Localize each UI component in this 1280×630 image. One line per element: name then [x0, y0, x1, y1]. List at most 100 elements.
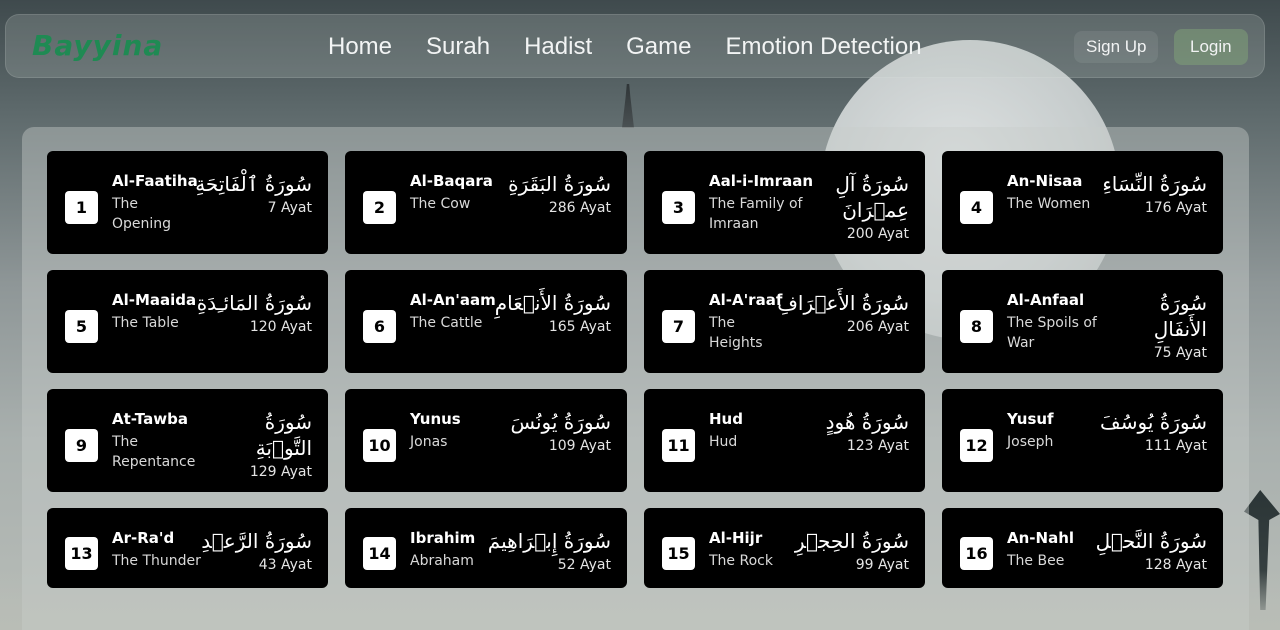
- surah-meaning: The Cattle: [410, 315, 483, 331]
- surah-ayat-count: 206 Ayat: [846, 319, 909, 335]
- surah-arabic-block: سُورَةُ الحِجۡرِ 99 Ayat: [795, 528, 909, 575]
- surah-latin-name: Aal-i-Imraan: [709, 172, 813, 190]
- surah-arabic-block: سُورَةُ الرَّعۡدِ 43 Ayat: [201, 528, 312, 575]
- surah-arabic-name: سُورَةُ النَّحۡلِ: [1095, 529, 1207, 553]
- surah-arabic-block: سُورَةُ الأَنفَالِ 75 Ayat: [1111, 290, 1207, 363]
- surah-ayat-count: 286 Ayat: [548, 200, 611, 216]
- nav-link-hadist[interactable]: Hadist: [524, 33, 592, 61]
- surah-arabic-block: سُورَةُ الأَعۡرَافِ 206 Ayat: [777, 290, 909, 337]
- surah-arabic-name: سُورَةُ المَائـِدَةِ: [196, 291, 312, 315]
- nav-link-surah[interactable]: Surah: [426, 33, 490, 61]
- surah-names: An-Nahl The Bee: [1007, 528, 1096, 571]
- surah-meaning: Joseph: [1007, 434, 1054, 450]
- surah-meaning: The Family of Imraan: [709, 196, 803, 232]
- surah-latin-name: Yusuf: [1007, 410, 1054, 428]
- surah-card[interactable]: 16 An-Nahl The Bee سُورَةُ النَّحۡلِ 128 Aya…: [942, 508, 1223, 588]
- surah-latin-name: Ar-Ra'd: [112, 529, 175, 547]
- surah-meaning: The Opening: [112, 196, 172, 232]
- surah-number-badge: 6: [363, 310, 396, 343]
- surah-names: Al-An'aam The Cattle: [410, 290, 496, 333]
- surah-names: An-Nisaa The Women: [1007, 171, 1102, 214]
- surah-meaning: Abraham: [410, 553, 474, 569]
- navbar: Bayyina Home Surah Hadist Game Emotion D…: [5, 14, 1265, 78]
- surah-card[interactable]: 13 Ar-Ra'd The Thunder سُورَةُ الرَّعۡدِ 43 …: [47, 508, 328, 588]
- surah-latin-name: Al-Maaida: [112, 291, 197, 309]
- surah-meaning: The Bee: [1007, 553, 1065, 569]
- surah-number-badge: 8: [960, 310, 993, 343]
- surah-latin-name: Al-Hijr: [709, 529, 763, 547]
- surah-card[interactable]: 9 At-Tawba The Repentance سُورَةُ التَّوۡبَ…: [47, 389, 328, 492]
- surah-names: Al-Anfaal The Spoils of War: [1007, 290, 1111, 353]
- surah-card[interactable]: 15 Al-Hijr The Rock سُورَةُ الحِجۡرِ 99 Ayat: [644, 508, 925, 588]
- surah-number-badge: 9: [65, 429, 98, 462]
- surah-number-badge: 1: [65, 191, 98, 224]
- surah-number-badge: 2: [363, 191, 396, 224]
- surah-card[interactable]: 11 Hud Hud سُورَةُ هُودٍ 123 Ayat: [644, 389, 925, 492]
- surah-arabic-block: سُورَةُ التَّوۡبَةِ 129 Ayat: [216, 409, 312, 482]
- surah-arabic-block: سُورَةُ آلِ عِمۡرَانَ 200 Ayat: [813, 171, 909, 244]
- surah-card[interactable]: 4 An-Nisaa The Women سُورَةُ النِّسَاءِ 176 …: [942, 151, 1223, 254]
- surah-arabic-block: سُورَةُ النِّسَاءِ 176 Ayat: [1102, 171, 1207, 218]
- surah-arabic-block: سُورَةُ يُونُسَ 109 Ayat: [510, 409, 611, 456]
- surah-grid: 1 Al-Faatiha The Opening سُورَةُ ٱلْفَاتِحَ…: [47, 151, 1223, 588]
- surah-ayat-count: 128 Ayat: [1144, 557, 1207, 573]
- surah-card[interactable]: 5 Al-Maaida The Table سُورَةُ المَائـِدَةِ 1…: [47, 270, 328, 373]
- surah-card[interactable]: 14 Ibrahim Abraham سُورَةُ إِبۡرَاهِيمَ 52 A…: [345, 508, 627, 588]
- surah-meaning: Hud: [709, 434, 738, 450]
- surah-arabic-block: سُورَةُ المَائـِدَةِ 120 Ayat: [197, 290, 312, 337]
- surah-number-badge: 16: [960, 536, 993, 570]
- surah-card[interactable]: 1 Al-Faatiha The Opening سُورَةُ ٱلْفَاتِحَ…: [47, 151, 328, 254]
- surah-ayat-count: 99 Ayat: [855, 557, 909, 573]
- surah-ayat-count: 52 Ayat: [557, 557, 611, 573]
- surah-arabic-name: سُورَةُ الأَعۡرَافِ: [777, 291, 909, 315]
- surah-latin-name: An-Nahl: [1007, 529, 1075, 547]
- surah-meaning: The Rock: [709, 553, 773, 569]
- surah-ayat-count: 75 Ayat: [1153, 345, 1207, 361]
- surah-arabic-name: سُورَةُ الرَّعۡدِ: [201, 529, 312, 553]
- surah-ayat-count: 120 Ayat: [249, 319, 312, 335]
- surah-arabic-name: سُورَةُ يُونُسَ: [510, 410, 611, 434]
- surah-arabic-name: سُورَةُ آلِ عِمۡرَانَ: [835, 172, 909, 222]
- surah-number-badge: 5: [65, 310, 98, 343]
- surah-names: Ar-Ra'd The Thunder: [112, 528, 201, 571]
- surah-meaning: Jonas: [410, 434, 448, 450]
- surah-ayat-count: 200 Ayat: [846, 226, 909, 242]
- surah-card[interactable]: 10 Yunus Jonas سُورَةُ يُونُسَ 109 Ayat: [345, 389, 627, 492]
- surah-latin-name: Al-Anfaal: [1007, 291, 1085, 309]
- login-button[interactable]: Login: [1174, 29, 1248, 65]
- surah-names: Al-Hijr The Rock: [709, 528, 795, 571]
- nav-links: Home Surah Hadist Game Emotion Detection: [328, 33, 922, 61]
- surah-names: Al-Baqara The Cow: [410, 171, 508, 214]
- surah-arabic-block: سُورَةُ إِبۡرَاهِيمَ 52 Ayat: [488, 528, 611, 575]
- surah-names: Al-Maaida The Table: [112, 290, 197, 333]
- nav-link-home[interactable]: Home: [328, 33, 392, 61]
- surah-card[interactable]: 3 Aal-i-Imraan The Family of Imraan سُورَةُ…: [644, 151, 925, 254]
- surah-number-badge: 12: [960, 429, 993, 462]
- surah-arabic-name: سُورَةُ النِّسَاءِ: [1102, 172, 1207, 196]
- surah-arabic-name: سُورَةُ الأَنفَالِ: [1153, 291, 1207, 341]
- surah-ayat-count: 165 Ayat: [548, 319, 611, 335]
- surah-arabic-name: سُورَةُ البَقَرَةِ: [508, 172, 611, 196]
- brand-logo[interactable]: Bayyina: [32, 29, 163, 62]
- surah-number-badge: 15: [662, 536, 695, 570]
- surah-card[interactable]: 8 Al-Anfaal The Spoils of War سُورَةُ الأَن…: [942, 270, 1223, 373]
- surah-ayat-count: 7 Ayat: [267, 200, 312, 216]
- surah-arabic-block: سُورَةُ البَقَرَةِ 286 Ayat: [508, 171, 611, 218]
- nav-link-emotion-detection[interactable]: Emotion Detection: [725, 33, 921, 61]
- surah-latin-name: Al-Faatiha: [112, 172, 198, 190]
- surah-ayat-count: 123 Ayat: [846, 438, 909, 454]
- surah-card[interactable]: 6 Al-An'aam The Cattle سُورَةُ الأَنۡعَامِ 1…: [345, 270, 627, 373]
- nav-link-game[interactable]: Game: [626, 33, 691, 61]
- sign-up-button[interactable]: Sign Up: [1074, 31, 1159, 63]
- surah-meaning: The Table: [112, 315, 179, 331]
- surah-arabic-block: سُورَةُ الأَنۡعَامِ 165 Ayat: [495, 290, 611, 337]
- surah-card[interactable]: 2 Al-Baqara The Cow سُورَةُ البَقَرَةِ 286 A…: [345, 151, 627, 254]
- surah-names: Yusuf Joseph: [1007, 409, 1100, 452]
- surah-meaning: The Thunder: [112, 553, 201, 569]
- surah-latin-name: Al-Baqara: [410, 172, 493, 190]
- surah-card[interactable]: 7 Al-A'raaf The Heights سُورَةُ الأَعۡرَافِ…: [644, 270, 925, 373]
- surah-card[interactable]: 12 Yusuf Joseph سُورَةُ يُوسُفَ 111 Ayat: [942, 389, 1223, 492]
- background-minaret: [622, 84, 634, 128]
- surah-meaning: The Women: [1007, 196, 1091, 212]
- surah-latin-name: Ibrahim: [410, 529, 476, 547]
